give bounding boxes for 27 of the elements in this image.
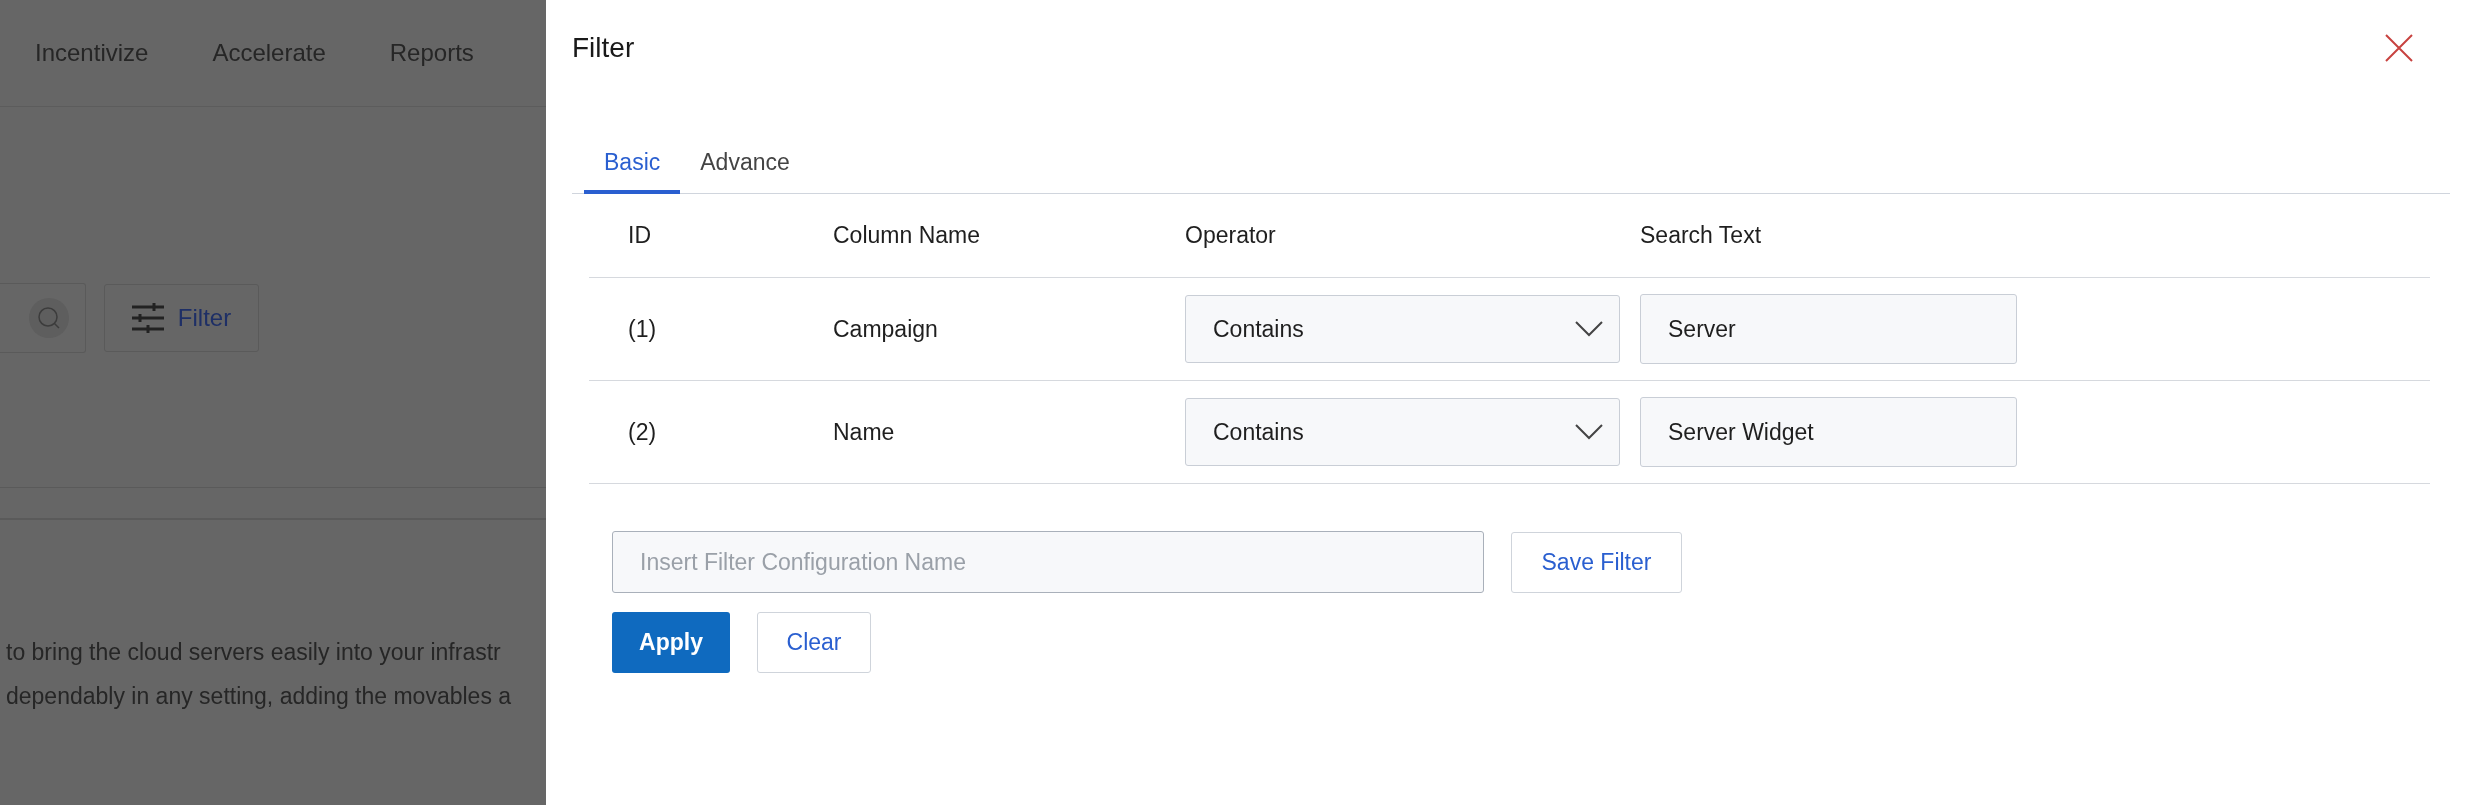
column-header: Operator — [1185, 221, 1277, 251]
column-header: ID — [628, 221, 652, 251]
description-text: to bring the cloud servers easily into your infrastr — [6, 638, 502, 667]
operator-select[interactable]: Contains — [1185, 398, 1620, 466]
operator-select[interactable]: Contains — [1185, 295, 1620, 363]
search-text-field[interactable]: Server — [1640, 294, 2017, 364]
row-id: (1) — [628, 314, 658, 344]
column-header: Column Name — [833, 221, 981, 251]
column-header: Search Text — [1640, 221, 1763, 251]
description-text: dependably in any setting, adding the movables a — [6, 681, 513, 711]
clear-button[interactable]: Clear — [757, 612, 871, 673]
chevron-down-icon — [1575, 321, 1603, 337]
column-name-cell-text: Campaign — [833, 314, 939, 344]
search-text-field[interactable]: Server Widget — [1640, 397, 2017, 467]
search-icon[interactable] — [29, 298, 69, 338]
close-icon — [2385, 34, 2413, 62]
tab[interactable]: Advance — [680, 134, 810, 194]
chevron-down-icon — [1575, 424, 1603, 440]
row-id: (2) — [628, 417, 658, 447]
config-name-field[interactable]: Insert Filter Configuration Name — [612, 531, 1484, 593]
save-filter-button[interactable]: Save Filter — [1511, 531, 1682, 593]
column-name-cell-text: Name — [833, 417, 896, 447]
apply-button[interactable]: Apply — [612, 612, 730, 673]
panel-title: Filter — [572, 31, 635, 65]
search-field[interactable] — [0, 283, 86, 353]
tab[interactable]: Basic — [584, 134, 681, 194]
sliders-icon — [131, 303, 164, 333]
